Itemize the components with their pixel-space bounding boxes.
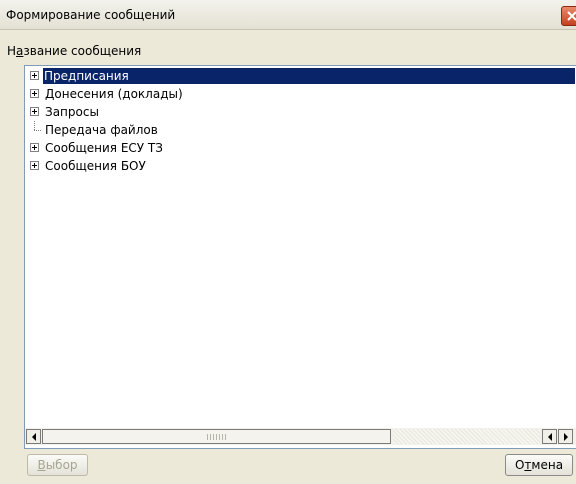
arrow-right-icon [564,433,568,441]
arrow-left-icon [32,433,36,441]
tree-connector-icon [34,121,36,130]
message-tree[interactable]: Предписания Донесения (доклады) Запросы … [25,66,576,428]
scroll-left-button[interactable] [26,429,41,444]
window-title: Формирование сообщений [6,8,176,22]
cancel-button[interactable]: Отмена [505,454,573,476]
tree-item-zaprosy[interactable]: Запросы [25,103,576,121]
tree-item-doneseniya[interactable]: Донесения (доклады) [25,85,576,103]
grip-icon [207,434,227,440]
tree-item-bou[interactable]: Сообщения БОУ [25,157,576,175]
tree-connector-icon [34,130,41,132]
close-icon [567,11,576,21]
cancel-label-post: мена [531,458,564,472]
expand-icon[interactable] [30,161,39,170]
scroll-left-button-2[interactable] [542,429,557,444]
tree-item-label[interactable]: Сообщения БОУ [44,158,147,174]
close-button[interactable] [561,6,576,26]
tree-item-label[interactable]: Запросы [44,104,100,120]
horizontal-scrollbar[interactable] [25,428,576,445]
tree-item-label[interactable]: Сообщения ЕСУ ТЗ [44,140,164,156]
scroll-thumb[interactable] [42,429,391,444]
message-dialog: Формирование сообщений Название сообщени… [0,0,576,484]
tree-item-esu-tz[interactable]: Сообщения ЕСУ ТЗ [25,139,576,157]
scroll-track[interactable] [393,429,540,444]
expand-icon[interactable] [30,89,39,98]
section-label: Название сообщения [7,44,141,58]
tree-item-label[interactable]: Предписания [43,68,575,84]
cancel-label-pre: О [514,458,525,472]
tree-item-label[interactable]: Донесения (доклады) [44,86,184,102]
arrow-left-icon [548,433,552,441]
section-label-post: звание сообщения [23,44,142,58]
tree-item-predpisaniya[interactable]: Предписания [25,67,576,85]
tree-item-label[interactable]: Передача файлов [44,122,159,138]
section-label-pre: Н [7,44,17,58]
expand-icon[interactable] [30,107,39,116]
select-label-mnemonic: В [37,458,46,472]
select-button[interactable]: Выбор [27,454,88,476]
message-tree-frame: Предписания Донесения (доклады) Запросы … [24,65,576,449]
tree-item-peredacha-faylov[interactable]: Передача файлов [25,121,576,139]
expand-icon[interactable] [30,71,39,80]
title-bar[interactable]: Формирование сообщений [0,0,576,30]
expand-icon[interactable] [30,143,39,152]
select-label-post: ыбор [45,458,78,472]
scroll-right-button[interactable] [558,429,573,444]
